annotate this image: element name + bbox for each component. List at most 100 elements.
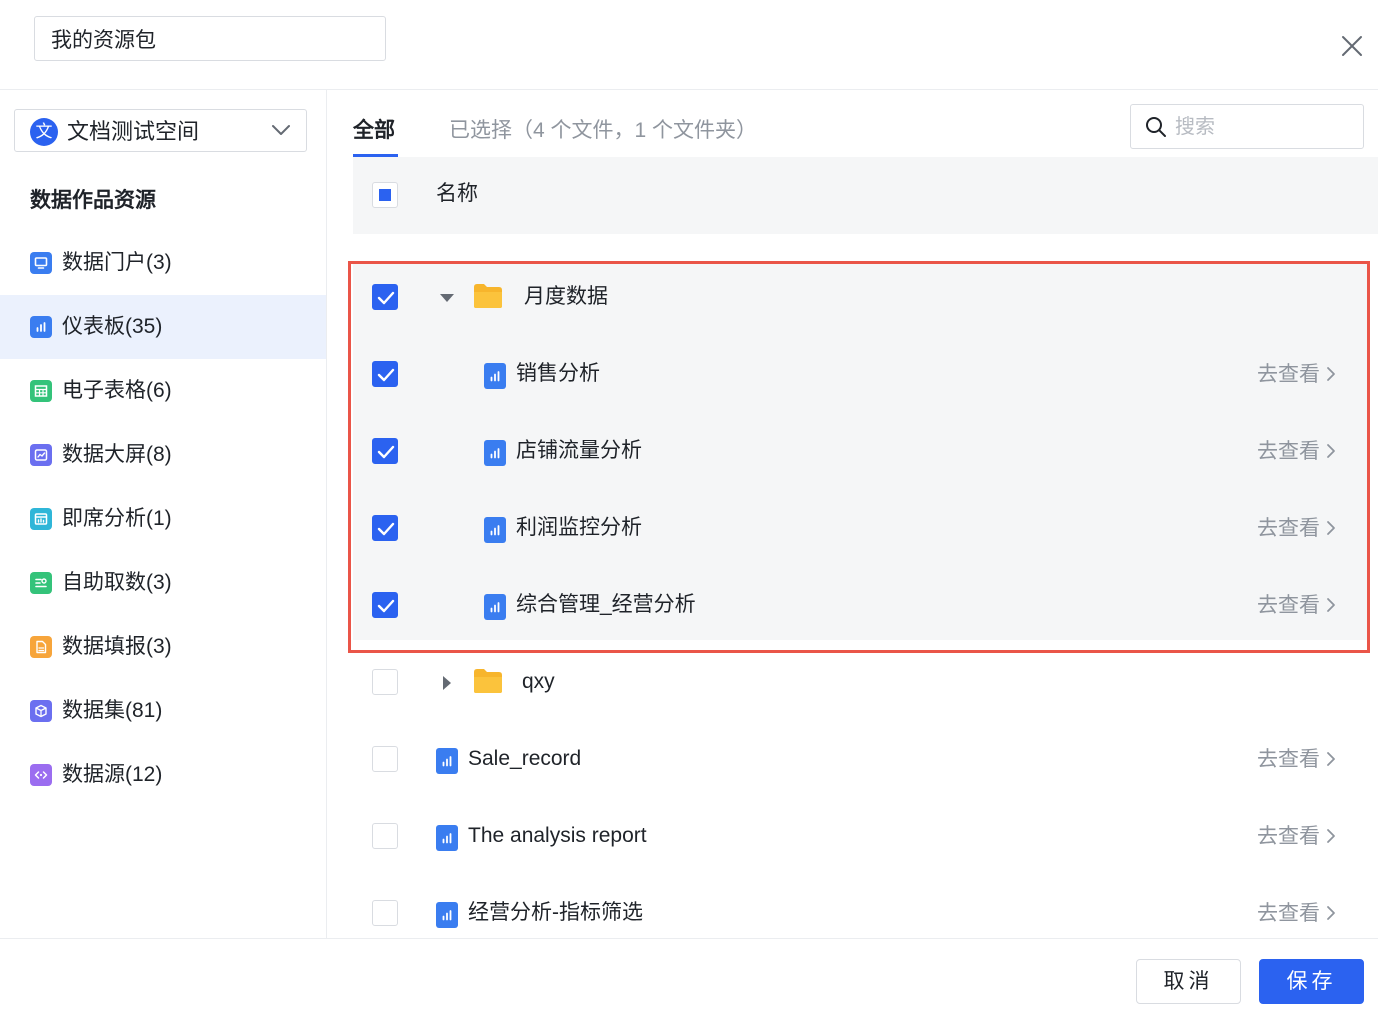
chevron-right-icon [1327, 367, 1335, 381]
row-label: 经营分析-指标筛选 [468, 901, 643, 924]
view-link[interactable]: 去查看 [1257, 360, 1336, 390]
view-link[interactable]: 去查看 [1257, 514, 1336, 544]
search-box [1130, 104, 1364, 149]
chevron-right-icon [1327, 829, 1335, 843]
chevron-right-icon [1327, 598, 1335, 612]
row-label: The analysis report [468, 824, 647, 847]
view-link-label: 去查看 [1257, 594, 1320, 617]
view-link[interactable]: 去查看 [1257, 591, 1336, 621]
sidebar-item-datasource[interactable]: 数据源(12) [0, 743, 326, 807]
sidebar-item-screen[interactable]: 数据大屏(8) [0, 423, 326, 487]
row-label: 销售分析 [516, 362, 600, 385]
dashboard-icon [436, 748, 458, 774]
dashboard-icon [484, 517, 506, 543]
dashboard-icon [436, 902, 458, 928]
row-checkbox[interactable] [372, 438, 398, 464]
sidebar: 文 文档测试空间 数据作品资源 数据门户(3) 仪表板(35) 电子表格(6) [0, 90, 327, 938]
table-row[interactable]: 销售分析 去查看 [353, 339, 1367, 416]
cancel-button[interactable]: 取消 [1136, 959, 1241, 1004]
check-icon [377, 291, 395, 305]
package-name-input[interactable] [34, 16, 386, 61]
sidebar-item-portal[interactable]: 数据门户(3) [0, 231, 326, 295]
dashboard-icon [484, 594, 506, 620]
sidebar-item-dashboard[interactable]: 仪表板(35) [0, 295, 326, 359]
sidebar-item-label: 电子表格(6) [62, 379, 172, 402]
adhoc-analysis-icon [30, 508, 52, 530]
row-label: 综合管理_经营分析 [516, 593, 696, 616]
row-checkbox[interactable] [372, 746, 398, 772]
save-button[interactable]: 保存 [1259, 959, 1364, 1004]
self-service-icon [30, 572, 52, 594]
view-link-label: 去查看 [1257, 440, 1320, 463]
table-row[interactable]: 店铺流量分析 去查看 [353, 416, 1367, 493]
view-link-label: 去查看 [1257, 363, 1320, 386]
dialog-footer: 取消 保存 [0, 938, 1378, 1018]
table-row[interactable]: Sale_record 去查看 [353, 724, 1367, 801]
sidebar-item-label: 数据源(12) [62, 763, 163, 786]
dashboard-icon [436, 825, 458, 851]
row-checkbox[interactable] [372, 284, 398, 310]
row-label: Sale_record [468, 747, 582, 770]
view-link[interactable]: 去查看 [1257, 745, 1336, 775]
row-checkbox[interactable] [372, 361, 398, 387]
sidebar-item-label: 数据集(81) [62, 699, 163, 722]
indeterminate-mark [379, 189, 391, 201]
sidebar-item-label: 仪表板(35) [62, 315, 163, 338]
table-header: 名称 [353, 157, 1378, 234]
sidebar-item-data-report[interactable]: 数据填报(3) [0, 615, 326, 679]
caret-right-icon[interactable] [439, 675, 455, 691]
view-link-label: 去查看 [1257, 748, 1320, 771]
sidebar-item-self-service[interactable]: 自助取数(3) [0, 551, 326, 615]
caret-down-icon[interactable] [439, 290, 455, 306]
row-checkbox[interactable] [372, 900, 398, 926]
data-report-icon [30, 636, 52, 658]
chevron-right-icon [1327, 906, 1335, 920]
row-checkbox[interactable] [372, 515, 398, 541]
sidebar-item-spreadsheet[interactable]: 电子表格(6) [0, 359, 326, 423]
search-input[interactable] [1175, 111, 1355, 143]
main-panel: 全部 已选择（4 个文件，1 个文件夹） 名称 [327, 90, 1378, 938]
dialog-header [0, 0, 1378, 90]
table-row[interactable]: The analysis report 去查看 [353, 801, 1367, 878]
row-label: 月度数据 [524, 285, 608, 308]
row-label: 店铺流量分析 [516, 439, 642, 462]
table-row[interactable]: 综合管理_经营分析 去查看 [353, 570, 1367, 647]
sidebar-item-label: 数据门户(3) [62, 251, 172, 274]
space-avatar: 文 [30, 118, 58, 146]
view-link-label: 去查看 [1257, 517, 1320, 540]
check-icon [377, 368, 395, 382]
check-icon [377, 445, 395, 459]
select-all-checkbox[interactable] [372, 182, 398, 208]
sidebar-item-label: 即席分析(1) [62, 507, 172, 530]
chevron-right-icon [1327, 444, 1335, 458]
datasource-icon [30, 764, 52, 786]
spreadsheet-icon [30, 380, 52, 402]
table-row[interactable]: qxy [353, 647, 1367, 724]
row-label: 利润监控分析 [516, 516, 642, 539]
tab-selected[interactable]: 已选择（4 个文件，1 个文件夹） [449, 116, 757, 146]
space-select[interactable]: 文 文档测试空间 [14, 109, 307, 152]
check-icon [377, 522, 395, 536]
tab-all[interactable]: 全部 [353, 116, 395, 146]
row-checkbox[interactable] [372, 669, 398, 695]
sidebar-item-dataset[interactable]: 数据集(81) [0, 679, 326, 743]
close-icon [1342, 36, 1362, 56]
dataset-icon [30, 700, 52, 722]
chevron-down-icon [272, 125, 290, 135]
dashboard-icon [30, 316, 52, 338]
folder-icon [474, 669, 502, 693]
view-link[interactable]: 去查看 [1257, 437, 1336, 467]
table-row[interactable]: 利润监控分析 去查看 [353, 493, 1367, 570]
sidebar-item-adhoc-analysis[interactable]: 即席分析(1) [0, 487, 326, 551]
table-row[interactable]: 月度数据 [353, 262, 1367, 339]
view-link[interactable]: 去查看 [1257, 822, 1336, 852]
row-checkbox[interactable] [372, 823, 398, 849]
view-link[interactable]: 去查看 [1257, 899, 1336, 929]
chevron-right-icon [1327, 752, 1335, 766]
row-checkbox[interactable] [372, 592, 398, 618]
check-icon [377, 599, 395, 613]
sidebar-item-label: 自助取数(3) [62, 571, 172, 594]
resource-package-dialog: 文 文档测试空间 数据作品资源 数据门户(3) 仪表板(35) 电子表格(6) [0, 0, 1378, 1018]
dashboard-icon [484, 363, 506, 389]
close-button[interactable] [1336, 30, 1368, 62]
